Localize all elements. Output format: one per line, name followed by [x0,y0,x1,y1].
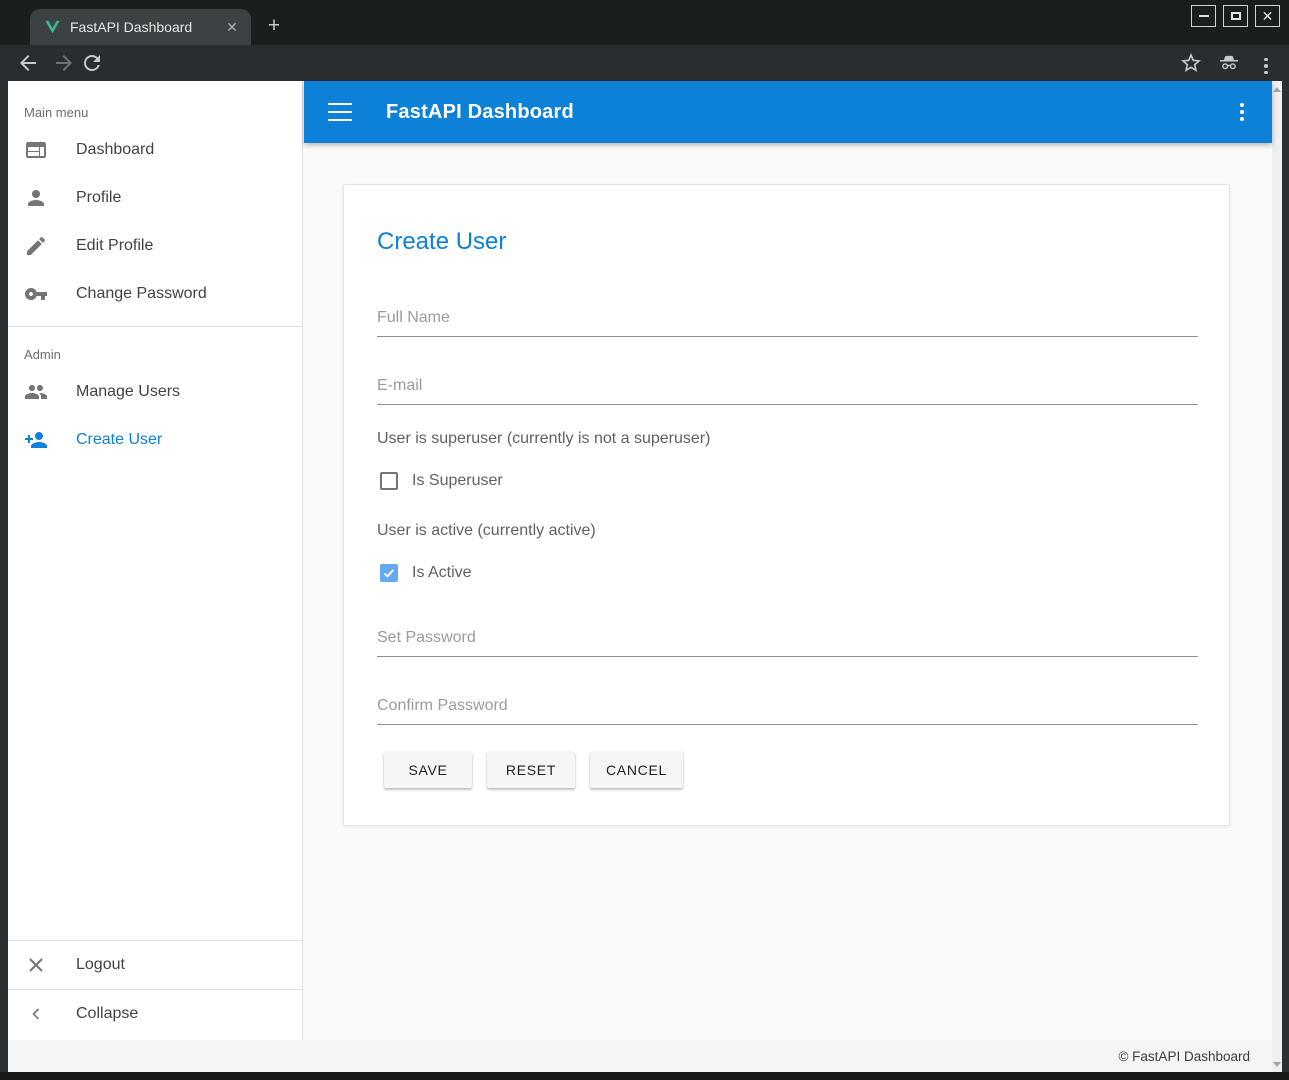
checkmark-icon [382,566,396,580]
cancel-button[interactable]: CANCEL [590,752,683,788]
full-name-field-wrap [377,305,1198,337]
incognito-icon[interactable] [1217,51,1241,75]
confirm-password-field-wrap [377,693,1198,725]
page-title: Create User [377,228,506,256]
is-superuser-label[interactable]: Is Superuser [412,472,503,490]
sidebar-item-logout[interactable]: Logout [8,941,302,989]
browser-toolbar: localhost/main/admin/users/create [0,45,1289,81]
key-icon [24,282,48,306]
email-input[interactable] [377,373,1198,405]
person-add-icon [24,428,48,452]
sidebar-section-header-admin: Admin [8,335,302,368]
scroll-up-icon[interactable] [1272,83,1282,95]
chevron-left-icon [24,1002,48,1026]
set-password-field-wrap [377,625,1198,657]
vue-logo-icon [44,19,61,36]
person-icon [24,186,48,210]
main-area: FastAPI Dashboard Create User User is su… [304,81,1272,1040]
window-maximize-button[interactable] [1223,5,1248,27]
page-footer: © FastAPI Dashboard [8,1040,1272,1072]
app-bar-menu-icon[interactable] [1236,99,1248,125]
sidebar-item-profile[interactable]: Profile [8,174,302,222]
sidebar: Main menu Dashboard Profile Edit Profile… [8,81,303,1040]
dashboard-icon [24,138,48,162]
scroll-down-icon[interactable] [1272,1058,1282,1070]
sidebar-item-edit-profile[interactable]: Edit Profile [8,222,302,270]
browser-tab[interactable]: FastAPI Dashboard ✕ [30,9,251,45]
sidebar-item-manage-users[interactable]: Manage Users [8,368,302,416]
is-active-checkbox-row[interactable]: Is Active [380,564,472,582]
browser-titlebar: FastAPI Dashboard ✕ + ✕ [0,0,1289,45]
people-icon [24,380,48,404]
page-scrollbar[interactable] [1272,81,1282,1072]
new-tab-button[interactable]: + [262,14,286,38]
full-name-input[interactable] [377,305,1198,337]
reset-button[interactable]: RESET [487,752,575,788]
copyright-text: © FastAPI Dashboard [1118,1049,1250,1064]
forward-icon[interactable] [52,51,76,75]
sidebar-divider [8,326,302,327]
app-title: FastAPI Dashboard [386,101,574,124]
is-superuser-checkbox[interactable] [380,472,398,490]
sidebar-item-create-user[interactable]: Create User [8,416,302,464]
back-icon[interactable] [16,51,40,75]
sidebar-item-collapse[interactable]: Collapse [8,990,302,1038]
superuser-hint: User is superuser (currently is not a su… [377,430,710,448]
active-hint: User is active (currently active) [377,522,596,540]
email-field-wrap [377,373,1198,405]
window-close-button[interactable]: ✕ [1255,5,1280,27]
is-superuser-checkbox-row[interactable]: Is Superuser [380,472,503,490]
window-frame-left [0,81,8,1080]
confirm-password-input[interactable] [377,693,1198,725]
set-password-input[interactable] [377,625,1198,657]
sidebar-item-dashboard[interactable]: Dashboard [8,126,302,174]
window-frame-bottom [0,1072,1289,1080]
create-user-card: Create User User is superuser (currently… [343,184,1230,826]
app-bar: FastAPI Dashboard [304,81,1272,143]
reload-icon[interactable] [80,51,104,75]
hamburger-menu-icon[interactable] [328,103,352,121]
is-active-label[interactable]: Is Active [412,564,472,582]
sidebar-item-change-password[interactable]: Change Password [8,270,302,318]
pencil-icon [24,234,48,258]
bookmark-star-icon[interactable] [1179,51,1203,75]
tab-close-icon[interactable]: ✕ [223,18,241,36]
window-frame-right [1282,81,1289,1080]
save-button[interactable]: SAVE [384,752,472,788]
is-active-checkbox[interactable] [380,564,398,582]
close-x-icon [24,953,48,977]
browser-menu-icon[interactable] [1259,54,1273,78]
tab-title: FastAPI Dashboard [70,19,223,35]
window-minimize-button[interactable] [1191,5,1216,27]
page: Main menu Dashboard Profile Edit Profile… [8,81,1282,1072]
sidebar-section-header-main: Main menu [8,81,302,126]
